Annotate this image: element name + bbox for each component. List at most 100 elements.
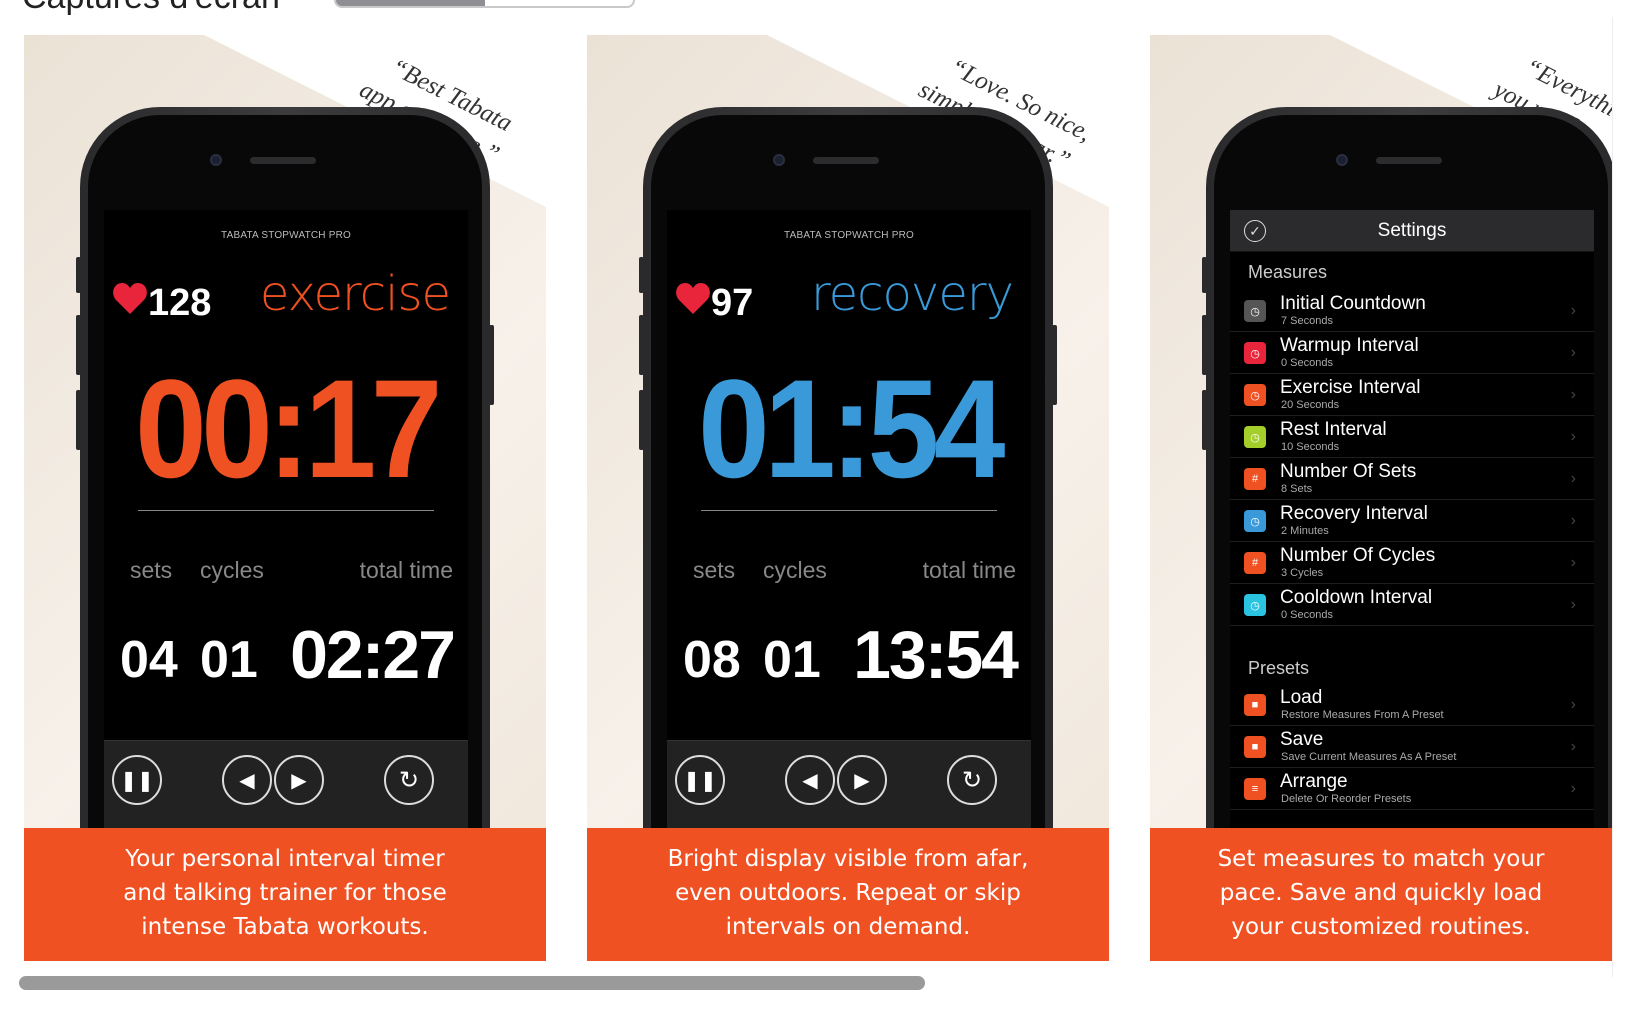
chevron-right-icon: › [1570,428,1576,445]
settings-row[interactable]: ◷ Initial Countdown 7 Seconds › [1230,290,1594,332]
row-title: Recovery Interval [1280,503,1428,524]
chevron-right-icon: › [1570,738,1576,755]
chevron-right-icon: › [1570,302,1576,319]
row-title: Initial Countdown [1280,293,1426,314]
interval-timer: 00:17 [135,350,442,507]
row-icon: ◷ [1244,342,1266,364]
presets-section-label: Presets [1248,658,1310,678]
speaker [250,157,316,164]
phase-label: exercise [259,266,451,322]
row-title: Number Of Sets [1280,461,1417,482]
speaker [1376,157,1442,164]
interval-timer: 01:54 [698,350,1005,507]
playback-controls: ❚❚ ◀ ▶ ↻ [667,740,1031,830]
row-icon: ◷ [1244,300,1266,322]
cycles-value: 01 [763,631,821,689]
pause-icon[interactable]: ❚❚ [675,755,725,805]
row-subtitle: Save Current Measures As A Preset [1281,751,1457,763]
settings-row[interactable]: ◷ Warmup Interval 0 Seconds › [1230,332,1594,374]
settings-row[interactable]: ◷ Cooldown Interval 0 Seconds › [1230,584,1594,626]
cycles-value: 01 [200,631,258,689]
horizontal-scrollbar[interactable] [19,976,925,990]
sets-value: 04 [120,631,178,689]
camera [1336,154,1348,166]
row-title: Cooldown Interval [1280,587,1433,608]
row-icon: # [1244,468,1266,490]
settings-row[interactable]: # Number Of Cycles 3 Cycles › [1230,542,1594,584]
cycles-label: cycles [763,557,827,583]
screenshot-card-3[interactable]: “Everythin you need. ✓ Settings Measures… [1150,35,1612,961]
chevron-right-icon: › [1570,696,1576,713]
app-title: TABATA STOPWATCH PRO [784,230,914,241]
total-time-label: total time [359,557,453,583]
caption-banner: Your personal interval timer and talking… [24,828,546,961]
total-time-value: 02:27 [290,617,456,693]
reset-icon[interactable]: ↻ [947,755,997,805]
row-subtitle: 7 Seconds [1281,315,1333,327]
playback-controls: ❚❚ ◀ ▶ ↻ [104,740,468,830]
settings-row[interactable]: ◷ Rest Interval 10 Seconds › [1230,416,1594,458]
row-subtitle: 3 Cycles [1281,567,1324,579]
total-time-value: 13:54 [853,617,1019,693]
row-title: Number Of Cycles [1280,545,1436,566]
measures-section-label: Measures [1248,262,1328,282]
chevron-right-icon: › [1570,386,1576,403]
screenshot-carousel[interactable]: “Best Tabata app out there.” TABATA STOP… [0,0,1634,1014]
screenshot-card-2[interactable]: “Love. So nice, simple & clear.” TABATA … [587,35,1109,961]
carousel-edge [1612,17,1613,977]
settings-screen: ✓ Settings Measures ◷ Initial Countdown 7 … [1230,210,1594,830]
next-icon[interactable]: ▶ [274,755,324,805]
settings-title: Settings [1377,220,1447,241]
speaker [813,157,879,164]
heart-rate: 97 [711,282,754,324]
heart-icon [113,283,147,314]
screenshot-card-1[interactable]: “Best Tabata app out there.” TABATA STOP… [24,35,546,961]
row-title: Warmup Interval [1280,335,1419,356]
row-title: Rest Interval [1280,419,1387,440]
row-subtitle: Delete Or Reorder Presets [1281,793,1412,805]
heart-icon [676,283,710,314]
row-subtitle: 0 Seconds [1281,357,1333,369]
total-time-label: total time [922,557,1016,583]
divider [701,510,997,511]
settings-row[interactable]: ■ Save Save Current Measures As A Preset › [1230,726,1594,768]
row-title: Save [1280,729,1324,750]
settings-row[interactable]: ◷ Recovery Interval 2 Minutes › [1230,500,1594,542]
row-icon: ◷ [1244,510,1266,532]
previous-icon[interactable]: ◀ [785,755,835,805]
row-icon: ≡ [1244,778,1266,800]
phase-label: recovery [810,266,1014,322]
next-icon[interactable]: ▶ [837,755,887,805]
row-subtitle: 10 Seconds [1281,441,1340,453]
row-subtitle: 8 Sets [1281,483,1313,495]
previous-icon[interactable]: ◀ [222,755,272,805]
row-subtitle: 2 Minutes [1281,525,1329,537]
row-icon: ■ [1244,736,1266,758]
reset-icon[interactable]: ↻ [384,755,434,805]
row-subtitle: Restore Measures From A Preset [1281,709,1444,721]
camera [210,154,222,166]
sets-label: sets [693,557,736,583]
sets-value: 08 [683,631,741,689]
settings-row[interactable]: # Number Of Sets 8 Sets › [1230,458,1594,500]
chevron-right-icon: › [1570,512,1576,529]
sets-label: sets [130,557,173,583]
chevron-right-icon: › [1570,596,1576,613]
cycles-label: cycles [200,557,264,583]
row-icon: # [1244,552,1266,574]
row-subtitle: 0 Seconds [1281,609,1333,621]
timer-screen: TABATA STOPWATCH PRO 128 exercise 00:17 … [104,210,468,830]
pause-icon[interactable]: ❚❚ [112,755,162,805]
heart-rate: 128 [148,282,212,324]
caption-banner: Set measures to match your pace. Save an… [1150,828,1612,961]
divider [138,510,434,511]
settings-header: ✓ Settings [1230,210,1594,252]
settings-row[interactable]: ■ Load Restore Measures From A Preset › [1230,684,1594,726]
chevron-right-icon: › [1570,470,1576,487]
settings-row[interactable]: ◷ Exercise Interval 20 Seconds › [1230,374,1594,416]
settings-row[interactable]: ≡ Arrange Delete Or Reorder Presets › [1230,768,1594,810]
row-title: Arrange [1280,771,1348,792]
timer-screen: TABATA STOPWATCH PRO 97 recovery 01:54 s… [667,210,1031,830]
row-icon: ◷ [1244,594,1266,616]
app-title: TABATA STOPWATCH PRO [221,230,351,241]
